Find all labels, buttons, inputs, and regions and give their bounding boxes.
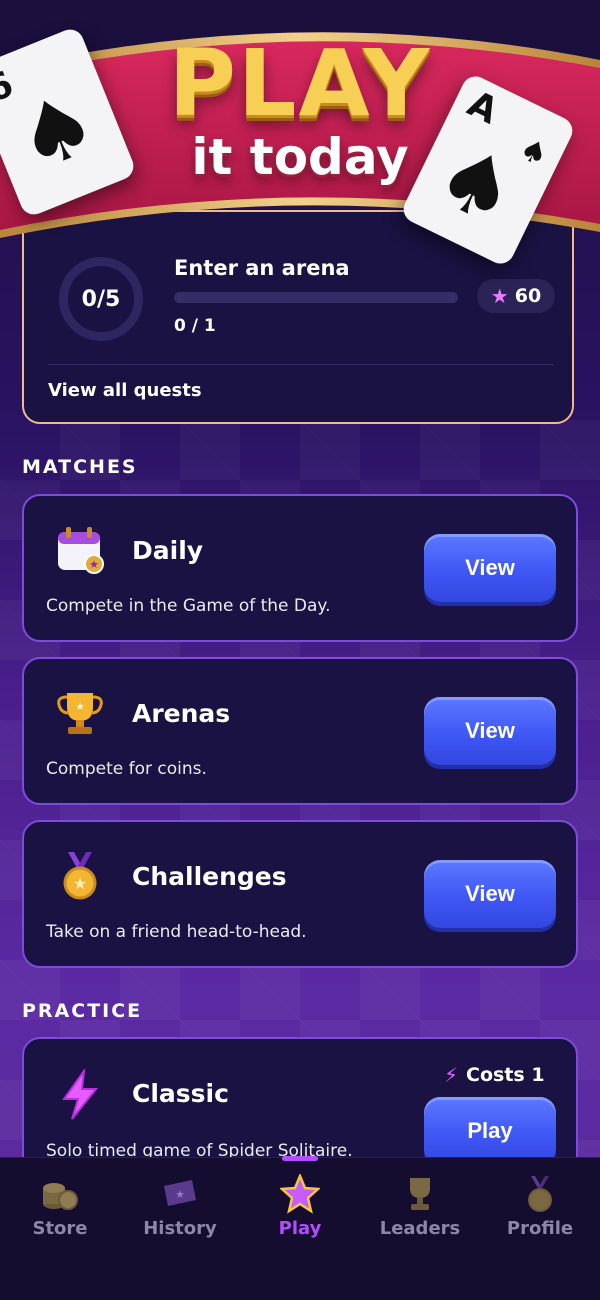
medal-icon xyxy=(528,1176,552,1212)
match-title: Daily xyxy=(132,536,204,565)
nav-item-leaders[interactable]: Leaders xyxy=(360,1158,480,1268)
divider xyxy=(48,364,554,365)
spade-icon: ♠ xyxy=(2,71,112,193)
spade-icon: ♠ xyxy=(420,123,534,248)
svg-text:★: ★ xyxy=(75,700,85,713)
calendar-icon: ★ xyxy=(58,527,104,574)
practice-heading: PRACTICE xyxy=(22,1000,143,1022)
daily-view-button[interactable]: View xyxy=(424,534,556,602)
challenges-view-button[interactable]: View xyxy=(424,860,556,928)
bottom-navigation: Store ★ History Play Leaders Profile xyxy=(0,1156,600,1300)
nav-label: Profile xyxy=(506,1218,574,1239)
match-card-daily[interactable]: ★ Daily Compete in the Game of the Day. … xyxy=(22,494,578,642)
arenas-view-button[interactable]: View xyxy=(424,697,556,765)
nav-item-store[interactable]: Store xyxy=(0,1158,120,1268)
svg-text:★: ★ xyxy=(73,874,87,893)
lightning-icon xyxy=(62,1069,99,1120)
match-title: Arenas xyxy=(132,699,231,728)
trophy-icon xyxy=(410,1178,430,1210)
quest-reward-badge: ★ 60 xyxy=(477,279,555,313)
cost-label: ⚡ Costs 1 xyxy=(444,1063,545,1087)
match-description: Compete in the Game of the Day. xyxy=(46,596,331,616)
svg-text:★: ★ xyxy=(89,558,99,571)
match-card-arenas[interactable]: ★ Arenas Compete for coins. View xyxy=(22,657,578,805)
classic-play-button[interactable]: Play xyxy=(424,1097,556,1165)
star-icon xyxy=(280,1174,320,1214)
cost-text: Costs 1 xyxy=(466,1064,545,1086)
star-icon: ★ xyxy=(490,284,509,308)
practice-title: Classic xyxy=(132,1079,229,1108)
quest-progress-bar xyxy=(174,292,458,303)
nav-label: Play xyxy=(278,1218,322,1239)
promo-banner: PLAY it today 6 ♠ A ♠ ♠ xyxy=(0,0,600,269)
nav-label: History xyxy=(143,1218,217,1239)
nav-item-play[interactable]: Play xyxy=(240,1158,360,1268)
match-description: Compete for coins. xyxy=(46,759,207,779)
coins-icon xyxy=(43,1183,78,1210)
nav-item-history[interactable]: ★ History xyxy=(120,1158,240,1268)
ticket-icon: ★ xyxy=(164,1180,196,1206)
quest-progress-ring: 0/5 xyxy=(59,257,143,341)
view-all-quests-link[interactable]: View all quests xyxy=(48,380,202,401)
quest-count: 0 / 1 xyxy=(174,316,216,336)
nav-label: Leaders xyxy=(379,1218,461,1239)
match-card-challenges[interactable]: ★ Challenges Take on a friend head-to-he… xyxy=(22,820,578,968)
quest-progress-text: 0/5 xyxy=(81,286,121,312)
trophy-icon: ★ xyxy=(57,693,103,734)
nav-item-profile[interactable]: Profile xyxy=(480,1158,600,1268)
match-title: Challenges xyxy=(132,862,287,891)
matches-heading: MATCHES xyxy=(22,456,138,478)
lightning-icon: ⚡ xyxy=(444,1063,459,1087)
nav-label: Store xyxy=(32,1218,88,1239)
medal-icon: ★ xyxy=(63,852,97,900)
quest-reward-value: 60 xyxy=(514,285,542,307)
svg-text:★: ★ xyxy=(175,1188,185,1201)
match-description: Take on a friend head-to-head. xyxy=(46,922,307,942)
